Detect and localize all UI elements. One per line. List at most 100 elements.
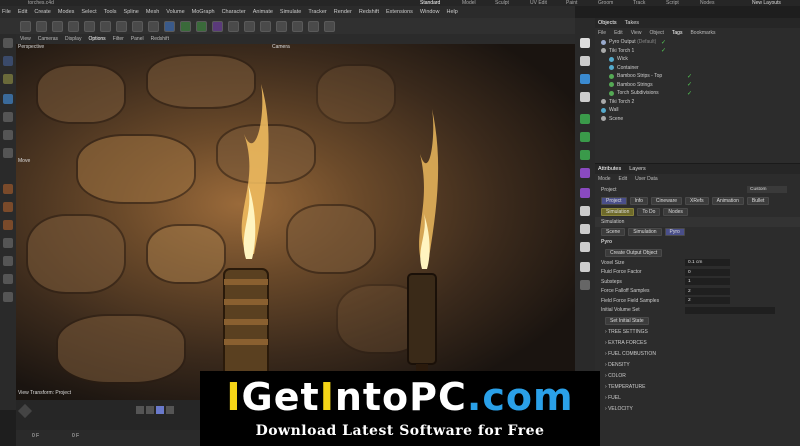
attr-menu-edit[interactable]: Edit <box>619 176 628 182</box>
magnet-icon[interactable] <box>3 292 13 302</box>
menu-create[interactable]: Create <box>34 9 51 15</box>
keyframe-icon[interactable] <box>17 403 33 419</box>
viewport[interactable] <box>16 44 575 400</box>
menu-mesh[interactable]: Mesh <box>146 9 159 15</box>
cube-icon[interactable] <box>164 20 175 32</box>
move-icon[interactable] <box>3 94 13 104</box>
object-row[interactable]: Bamboo Strings ✓ <box>601 81 800 90</box>
knife-icon[interactable] <box>3 274 13 284</box>
menu-mograph[interactable]: MoGraph <box>192 9 215 15</box>
tag-icon[interactable] <box>580 188 590 198</box>
brush-icon[interactable] <box>3 256 13 266</box>
tab-bullet[interactable]: Bullet <box>746 196 770 205</box>
tab-nodes[interactable]: Nodes <box>663 207 688 216</box>
section-extra-forces[interactable]: › EXTRA FORCES <box>595 337 800 348</box>
undo-icon[interactable] <box>20 20 31 32</box>
subtab-pyro[interactable]: Pyro <box>664 228 685 236</box>
check-icon[interactable]: ✓ <box>687 73 692 80</box>
prev-frame-icon[interactable] <box>146 406 154 414</box>
tab-groom[interactable]: Groom <box>598 0 613 6</box>
play-icon[interactable] <box>156 406 164 414</box>
light-icon[interactable] <box>276 20 287 32</box>
field-force-samples-input[interactable]: 2 <box>685 297 730 305</box>
menu-select[interactable]: Select <box>81 9 96 15</box>
objects-menu-edit[interactable]: Edit <box>614 30 623 36</box>
set-initial-state-button[interactable]: Set Initial State <box>605 316 649 325</box>
scale-icon[interactable] <box>3 112 13 122</box>
new-layouts-button[interactable]: New Layouts <box>752 0 781 6</box>
y-axis-icon[interactable] <box>68 20 79 32</box>
menu-window[interactable]: Window <box>420 9 440 15</box>
tab-layers[interactable]: Layers <box>629 166 646 172</box>
hair-icon[interactable] <box>580 262 590 272</box>
render-settings-icon[interactable] <box>148 20 159 32</box>
objects-menu-file[interactable]: File <box>598 30 606 36</box>
menu-help[interactable]: Help <box>446 9 457 15</box>
render-icon[interactable] <box>132 20 143 32</box>
tab-xrefs[interactable]: XRefs <box>685 196 709 205</box>
snap-icon[interactable] <box>308 20 319 32</box>
view-menu-panel[interactable]: Panel <box>131 36 144 42</box>
voxel-size-input[interactable]: 0.1 cm <box>685 259 730 267</box>
subtab-scene[interactable]: Scene <box>601 228 626 236</box>
menu-extensions[interactable]: Extensions <box>386 9 413 15</box>
pyro-icon[interactable] <box>292 20 303 32</box>
tab-cineware[interactable]: Cineware <box>650 196 683 205</box>
search-icon[interactable] <box>3 38 13 48</box>
tab-info[interactable]: Info <box>629 196 648 205</box>
menu-character[interactable]: Character <box>222 9 246 15</box>
check-icon[interactable]: ✓ <box>661 47 666 54</box>
polygons-mode-icon[interactable] <box>3 220 13 230</box>
section-tree-settings[interactable]: › TREE SETTINGS <box>595 326 800 337</box>
menu-volume[interactable]: Volume <box>166 9 184 15</box>
menu-edit[interactable]: Edit <box>18 9 27 15</box>
object-row[interactable]: Torch Subdivisions ✓ <box>601 89 800 98</box>
live-select-icon[interactable] <box>3 74 13 84</box>
tab-project[interactable]: Project <box>601 196 627 205</box>
force-falloff-samples-input[interactable]: 2 <box>685 287 730 295</box>
object-row[interactable]: Wick <box>601 55 800 64</box>
create-output-object-button[interactable]: Create Output Object <box>605 248 663 257</box>
section-velocity[interactable]: › VELOCITY <box>595 403 800 414</box>
tab-simulation[interactable]: Simulation <box>601 207 635 216</box>
attr-menu-mode[interactable]: Mode <box>598 176 611 182</box>
tab-animation[interactable]: Animation <box>711 196 744 205</box>
menu-file[interactable]: File <box>2 9 11 15</box>
objects-menu-bookmarks[interactable]: Bookmarks <box>690 30 715 36</box>
view-menu-cameras[interactable]: Cameras <box>38 36 58 42</box>
section-temperature[interactable]: › TEMPERATURE <box>595 381 800 392</box>
check-icon[interactable]: ✓ <box>687 90 692 97</box>
menu-redshift[interactable]: Redshift <box>359 9 379 15</box>
view-menu-redshift[interactable]: Redshift <box>151 36 169 42</box>
object-row[interactable]: Scene <box>601 115 800 124</box>
section-fuel[interactable]: › FUEL <box>595 392 800 403</box>
object-row[interactable]: Bamboo Strips - Top ✓ <box>601 72 800 81</box>
rotate-icon[interactable] <box>3 130 13 140</box>
tab-script[interactable]: Script <box>666 0 679 6</box>
generator-icon[interactable] <box>196 20 207 32</box>
scene-icon[interactable] <box>244 20 255 32</box>
substeps-input[interactable]: 1 <box>685 278 730 286</box>
tab-track[interactable]: Track <box>633 0 645 6</box>
model-mode-icon[interactable] <box>3 238 13 248</box>
sky-icon[interactable] <box>580 206 590 216</box>
object-row[interactable]: Tiki Torch 2 <box>601 98 800 107</box>
points-mode-icon[interactable] <box>3 184 13 194</box>
menu-tools[interactable]: Tools <box>104 9 117 15</box>
next-frame-icon[interactable] <box>166 406 174 414</box>
coord-system-icon[interactable] <box>100 20 111 32</box>
section-color[interactable]: › COLOR <box>595 370 800 381</box>
initial-volume-set-input[interactable] <box>685 306 775 314</box>
bend-icon[interactable] <box>580 168 590 178</box>
camera-icon[interactable] <box>580 224 590 234</box>
edges-mode-icon[interactable] <box>3 202 13 212</box>
deformer-icon[interactable] <box>212 20 223 32</box>
pen-icon[interactable] <box>580 92 590 102</box>
z-axis-icon[interactable] <box>84 20 95 32</box>
object-row[interactable]: Pyro Output (Default) ✓ <box>601 38 800 47</box>
menu-render[interactable]: Render <box>334 9 352 15</box>
check-icon[interactable]: ✓ <box>661 39 666 46</box>
tab-to-do[interactable]: To Do <box>637 207 661 216</box>
menu-tracker[interactable]: Tracker <box>308 9 326 15</box>
object-row[interactable]: Wall <box>601 106 800 115</box>
